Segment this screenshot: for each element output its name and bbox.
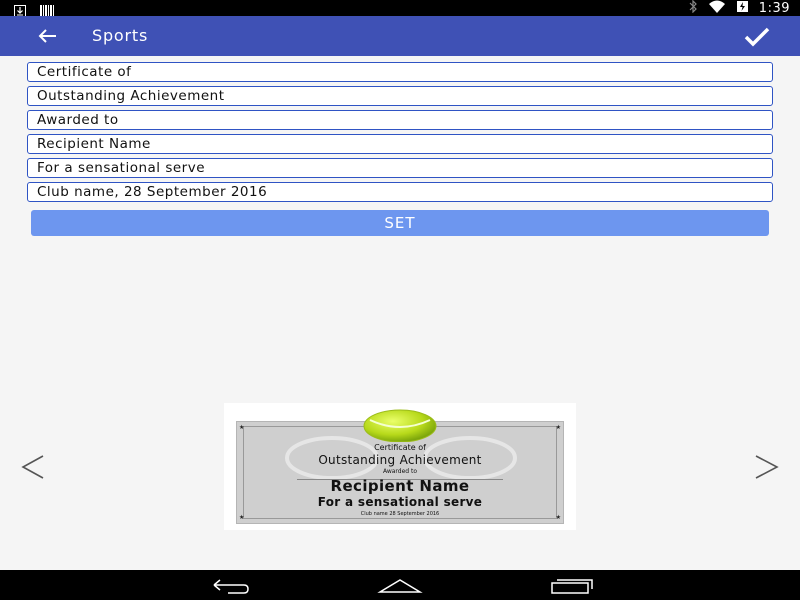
cert-line6: Club name 28 September 2016 xyxy=(360,511,440,517)
back-nav-icon xyxy=(204,579,252,598)
corner-star-icon: ★ xyxy=(239,514,245,521)
cert-line1: Certificate of xyxy=(374,443,426,452)
nav-recents-button[interactable] xyxy=(548,576,596,594)
cert-line3: Awarded to xyxy=(382,468,418,475)
status-bar: 1:39 xyxy=(0,0,800,17)
cert-line2: Outstanding Achievement xyxy=(318,453,482,467)
tennis-ball-icon xyxy=(363,409,437,442)
line1-field[interactable] xyxy=(27,62,773,82)
corner-star-icon: ★ xyxy=(239,424,245,431)
bluetooth-icon xyxy=(688,0,698,17)
certificate-preview[interactable]: Certificate of Outstanding Achievement A… xyxy=(224,403,576,530)
recents-nav-icon xyxy=(548,579,596,598)
line4-field[interactable] xyxy=(27,134,773,154)
corner-star-icon: ★ xyxy=(555,514,561,521)
line6-field[interactable] xyxy=(27,182,773,202)
chevron-left-icon xyxy=(19,455,49,486)
battery-charging-icon xyxy=(736,0,749,17)
line2-field[interactable] xyxy=(27,86,773,106)
certificate-form xyxy=(27,62,773,206)
line3-field[interactable] xyxy=(27,110,773,130)
arrow-left-icon xyxy=(34,29,62,52)
check-icon xyxy=(742,27,772,54)
nav-back-button[interactable] xyxy=(204,576,252,594)
cert-line5: For a sensational serve xyxy=(317,495,483,509)
navigation-bar xyxy=(0,570,800,600)
clock: 1:39 xyxy=(758,0,790,16)
app-bar: Sports xyxy=(0,16,800,56)
next-template-button[interactable] xyxy=(751,452,781,482)
back-button[interactable] xyxy=(34,24,62,48)
page-title: Sports xyxy=(92,26,149,45)
previous-template-button[interactable] xyxy=(19,452,49,482)
wifi-icon xyxy=(708,0,726,17)
cert-line4: Recipient Name xyxy=(330,477,470,495)
home-nav-icon xyxy=(376,579,424,598)
chevron-right-icon xyxy=(751,455,781,486)
set-button[interactable]: SET xyxy=(31,210,769,236)
corner-star-icon: ★ xyxy=(555,424,561,431)
confirm-button[interactable] xyxy=(742,24,772,50)
nav-home-button[interactable] xyxy=(376,576,424,594)
line5-field[interactable] xyxy=(27,158,773,178)
